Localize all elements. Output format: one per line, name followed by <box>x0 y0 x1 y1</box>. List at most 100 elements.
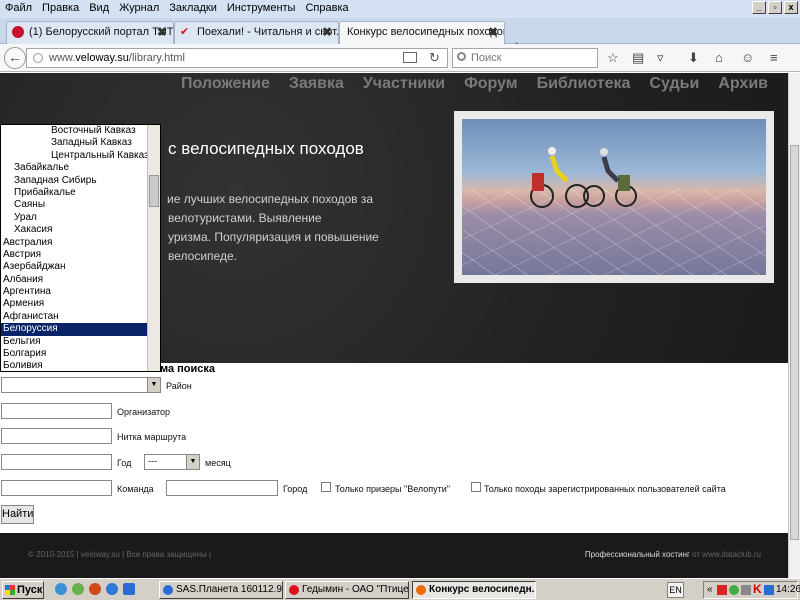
dropdown-option[interactable]: Бельгия <box>1 336 160 348</box>
dropdown-option[interactable]: Западная Сибирь <box>1 175 160 187</box>
dropdown-option[interactable]: Восточный Кавказ <box>1 125 160 137</box>
tray-app-icon[interactable] <box>717 585 727 595</box>
home-icon[interactable]: ⌂ <box>715 50 723 65</box>
scrollbar-thumb[interactable] <box>149 175 159 207</box>
close-window-button[interactable]: x <box>784 1 798 14</box>
dropdown-option[interactable]: Прибайкалье <box>1 187 160 199</box>
task-label: Конкурс велосипедн... <box>429 584 536 595</box>
menu-history[interactable]: Журнал <box>114 0 164 16</box>
ie-icon[interactable] <box>106 583 118 595</box>
menu-bookmarks[interactable]: Закладки <box>164 0 222 16</box>
reload-icon[interactable]: ↻ <box>429 49 440 67</box>
nav-forum[interactable]: Форум <box>464 75 518 93</box>
tab-veloway[interactable]: Конкурс велосипедных походов ... ✖ <box>339 21 505 45</box>
menu-edit[interactable]: Правка <box>37 0 84 16</box>
menu-file[interactable]: Файл <box>0 0 37 16</box>
close-tab-icon[interactable]: ✖ <box>322 22 332 43</box>
footer: © 2010-2015 | veloway.su | Все права защ… <box>0 533 788 578</box>
page-scrollbar[interactable] <box>788 73 800 578</box>
kaspersky-icon[interactable]: K <box>753 581 762 597</box>
url-bar[interactable]: www.veloway.su/library.html ↻ <box>26 48 448 68</box>
firefox-icon[interactable] <box>89 583 101 595</box>
dropdown-option[interactable]: Центральный Кавказ <box>1 150 160 162</box>
tab-poehali[interactable]: ✔ Поехали! - Читальня и снот... ✖ <box>174 21 339 44</box>
task-gedymin[interactable]: Гедымин - ОАО "Птице... <box>285 581 409 599</box>
dropdown-option[interactable]: Азербайджан <box>1 261 160 273</box>
language-indicator[interactable]: EN <box>667 582 684 598</box>
bookmark-star-icon[interactable]: ☆ <box>607 50 619 66</box>
reader-view-icon[interactable] <box>403 52 417 63</box>
hosting-link[interactable]: www.dataclub.ru <box>702 550 761 559</box>
minimize-button[interactable]: _ <box>752 1 766 14</box>
show-desktop-icon[interactable] <box>123 583 135 595</box>
year-field[interactable] <box>1 454 112 470</box>
dropdown-option[interactable]: Австрия <box>1 249 160 261</box>
registered-only-checkbox[interactable] <box>471 482 481 492</box>
speaker-icon[interactable] <box>741 585 751 595</box>
nav-arhiv[interactable]: Архив <box>718 75 768 93</box>
hosting-credit: Профессиональный хостинг от www.dataclub… <box>585 550 761 559</box>
download-icon[interactable]: ⬇ <box>688 50 699 66</box>
registered-only-label: Только походы зарегистрированных пользов… <box>484 484 726 494</box>
menu-tools[interactable]: Инструменты <box>222 0 301 16</box>
region-dropdown-list[interactable]: Восточный Кавказ Западный Кавказ Центральн… <box>0 124 161 372</box>
month-select[interactable]: --- ▼ <box>144 454 200 470</box>
year-label: Год <box>117 458 132 468</box>
region-select[interactable]: ▼ <box>1 377 161 393</box>
hosting-from: от <box>692 550 701 559</box>
dropdown-option[interactable]: Забайкалье <box>1 162 160 174</box>
network-icon[interactable] <box>764 585 774 595</box>
dropdown-option[interactable]: Хакасия <box>1 224 160 236</box>
tab-tut[interactable]: (1) Белорусский портал TUT... ✖ <box>6 21 174 44</box>
find-button[interactable]: Найти <box>1 505 34 524</box>
team-field[interactable] <box>1 480 112 496</box>
dropdown-option[interactable]: Армения <box>1 298 160 310</box>
tab-label: Конкурс велосипедных походов ... <box>347 26 505 38</box>
dropdown-option[interactable]: Аргентина <box>1 286 160 298</box>
dropdown-option[interactable]: Боливия <box>1 360 160 371</box>
task-sas-planeta[interactable]: SAS.Планета 160112.9... <box>159 581 283 599</box>
dropdown-option[interactable]: Болгария <box>1 348 160 360</box>
back-button[interactable]: ← <box>4 47 26 69</box>
tray-expand-icon[interactable]: « <box>707 582 713 598</box>
month-value: --- <box>148 456 157 466</box>
nav-sudi[interactable]: Судьи <box>649 75 699 93</box>
city-field[interactable] <box>166 480 278 496</box>
quicklaunch-icon[interactable] <box>72 583 84 595</box>
chrome-icon[interactable] <box>55 583 67 595</box>
rocket-icon: ✔ <box>180 26 190 38</box>
start-button[interactable]: Пуск <box>2 581 44 599</box>
route-field[interactable] <box>1 428 112 444</box>
task-konkurs[interactable]: Конкурс велосипедн... <box>412 581 536 599</box>
menu-view[interactable]: Вид <box>84 0 114 16</box>
tut-icon <box>12 26 24 38</box>
cyclists-illustration <box>530 147 637 208</box>
nav-uchastniki[interactable]: Участники <box>363 75 445 93</box>
chevron-down-icon: ▼ <box>147 378 160 392</box>
menu-help[interactable]: Справка <box>300 0 353 16</box>
dropdown-scrollbar[interactable] <box>147 125 160 371</box>
hero-desc-line: велосипеде. <box>168 249 237 263</box>
restore-button[interactable]: ▫ <box>768 1 782 14</box>
dropdown-option[interactable]: Албания <box>1 274 160 286</box>
dropdown-option[interactable]: Белоруссия <box>1 323 160 336</box>
nav-biblioteka[interactable]: Библиотека <box>537 75 631 93</box>
nav-zayavka[interactable]: Заявка <box>289 75 344 93</box>
winners-only-checkbox[interactable] <box>321 482 331 492</box>
close-tab-icon[interactable]: ✖ <box>488 22 498 43</box>
organizer-field[interactable] <box>1 403 112 419</box>
pocket-icon[interactable]: ▿ <box>657 50 664 66</box>
dropdown-option[interactable]: Урал <box>1 212 160 224</box>
dropdown-option[interactable]: Австралия <box>1 237 160 249</box>
search-input[interactable]: Поиск <box>452 48 598 68</box>
menu-icon[interactable]: ≡ <box>770 50 778 65</box>
bookmarks-list-icon[interactable]: ▤ <box>632 50 644 66</box>
dropdown-option[interactable]: Саяны <box>1 199 160 211</box>
nav-polozhenie[interactable]: Положение <box>181 75 270 93</box>
tray-app-icon[interactable] <box>729 585 739 595</box>
close-tab-icon[interactable]: ✖ <box>157 22 167 43</box>
chat-icon[interactable]: ☺ <box>741 50 754 65</box>
dropdown-option[interactable]: Западный Кавказ <box>1 137 160 149</box>
scrollbar-thumb[interactable] <box>790 145 799 540</box>
dropdown-option[interactable]: Афганистан <box>1 311 160 323</box>
